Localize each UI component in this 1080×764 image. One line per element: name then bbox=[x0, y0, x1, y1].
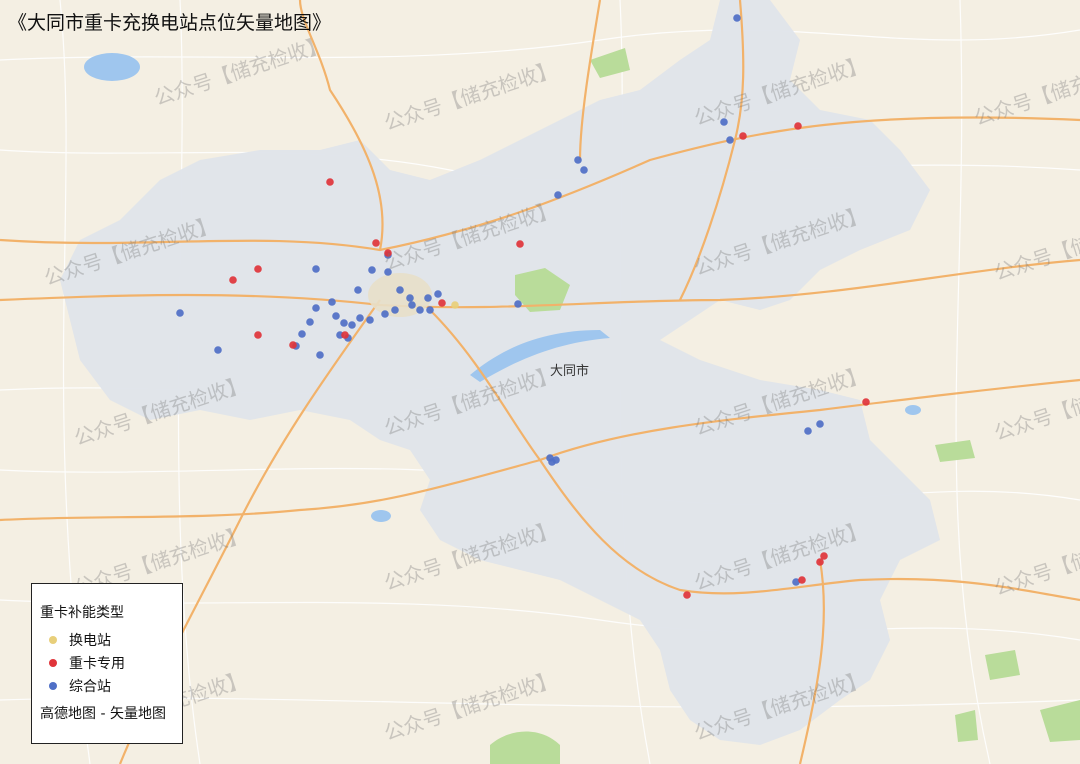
comprehensive-station-marker[interactable] bbox=[391, 306, 399, 314]
comprehensive-station-marker[interactable] bbox=[298, 330, 306, 338]
legend-item-heavy-truck: 重卡专用 bbox=[40, 651, 182, 674]
heavy-truck-station-marker[interactable] bbox=[862, 398, 870, 406]
comprehensive-station-marker[interactable] bbox=[406, 294, 414, 302]
heavy-truck-station-marker[interactable] bbox=[341, 331, 349, 339]
heavy-truck-station-marker[interactable] bbox=[739, 132, 747, 140]
legend-item-comprehensive: 综合站 bbox=[40, 674, 182, 697]
comprehensive-station-marker[interactable] bbox=[574, 156, 582, 164]
comprehensive-station-marker[interactable] bbox=[312, 265, 320, 273]
legend-label: 综合站 bbox=[69, 678, 111, 695]
comprehensive-station-marker[interactable] bbox=[381, 310, 389, 318]
comprehensive-station-marker[interactable] bbox=[733, 14, 741, 22]
map-canvas[interactable]: 《大同市重卡充换电站点位矢量地图》 大同市 公众号【储充检收】 公众号【储充检收… bbox=[0, 0, 1080, 764]
comprehensive-station-marker[interactable] bbox=[354, 286, 362, 294]
map-title: 《大同市重卡充换电站点位矢量地图》 bbox=[8, 12, 332, 34]
comprehensive-station-marker[interactable] bbox=[384, 268, 392, 276]
legend-title: 重卡补能类型 bbox=[40, 605, 124, 621]
comprehensive-station-marker[interactable] bbox=[312, 304, 320, 312]
map-legend: 重卡补能类型 换电站 重卡专用 综合站 高德地图 - 矢量地图 bbox=[31, 583, 183, 744]
heavy-truck-station-marker[interactable] bbox=[516, 240, 524, 248]
swap-station-marker[interactable] bbox=[451, 301, 459, 309]
comprehensive-station-marker[interactable] bbox=[514, 300, 522, 308]
heavy-truck-station-marker[interactable] bbox=[289, 341, 297, 349]
comprehensive-station-marker[interactable] bbox=[426, 306, 434, 314]
comprehensive-station-marker[interactable] bbox=[720, 118, 728, 126]
swap-station-dot-icon bbox=[49, 635, 57, 644]
comprehensive-station-marker[interactable] bbox=[356, 314, 364, 322]
comprehensive-station-marker[interactable] bbox=[434, 290, 442, 298]
comprehensive-station-marker[interactable] bbox=[176, 309, 184, 317]
heavy-truck-station-marker[interactable] bbox=[683, 591, 691, 599]
comprehensive-station-marker[interactable] bbox=[340, 319, 348, 327]
heavy-truck-station-marker[interactable] bbox=[254, 331, 262, 339]
comprehensive-station-marker[interactable] bbox=[332, 312, 340, 320]
heavy-truck-station-marker[interactable] bbox=[254, 265, 262, 273]
comprehensive-station-marker[interactable] bbox=[726, 136, 734, 144]
heavy-truck-station-marker[interactable] bbox=[438, 299, 446, 307]
heavy-truck-station-marker[interactable] bbox=[229, 276, 237, 284]
comprehensive-station-marker[interactable] bbox=[368, 266, 376, 274]
comprehensive-station-marker[interactable] bbox=[552, 456, 560, 464]
comprehensive-station-marker[interactable] bbox=[816, 420, 824, 428]
comprehensive-station-marker[interactable] bbox=[396, 286, 404, 294]
comprehensive-station-marker[interactable] bbox=[348, 321, 356, 329]
heavy-truck-station-marker[interactable] bbox=[372, 239, 380, 247]
map-source: 高德地图 - 矢量地图 bbox=[40, 706, 166, 722]
comprehensive-station-marker[interactable] bbox=[328, 298, 336, 306]
heavy-truck-station-marker[interactable] bbox=[326, 178, 334, 186]
heavy-truck-station-marker[interactable] bbox=[384, 249, 392, 257]
heavy-truck-station-marker[interactable] bbox=[816, 558, 824, 566]
comprehensive-station-marker[interactable] bbox=[408, 301, 416, 309]
comprehensive-station-marker[interactable] bbox=[424, 294, 432, 302]
comprehensive-station-marker[interactable] bbox=[554, 191, 562, 199]
comprehensive-station-marker[interactable] bbox=[214, 346, 222, 354]
legend-label: 重卡专用 bbox=[69, 655, 125, 672]
city-label: 大同市 bbox=[550, 364, 590, 379]
comprehensive-dot-icon bbox=[49, 681, 57, 690]
comprehensive-station-marker[interactable] bbox=[316, 351, 324, 359]
heavy-truck-dot-icon bbox=[49, 658, 57, 667]
heavy-truck-station-marker[interactable] bbox=[798, 576, 806, 584]
heavy-truck-station-marker[interactable] bbox=[794, 122, 802, 130]
comprehensive-station-marker[interactable] bbox=[580, 166, 588, 174]
legend-item-swap-station: 换电站 bbox=[40, 628, 182, 651]
comprehensive-station-marker[interactable] bbox=[306, 318, 314, 326]
comprehensive-station-marker[interactable] bbox=[366, 316, 374, 324]
comprehensive-station-marker[interactable] bbox=[804, 427, 812, 435]
legend-label: 换电站 bbox=[69, 632, 111, 649]
comprehensive-station-marker[interactable] bbox=[416, 306, 424, 314]
